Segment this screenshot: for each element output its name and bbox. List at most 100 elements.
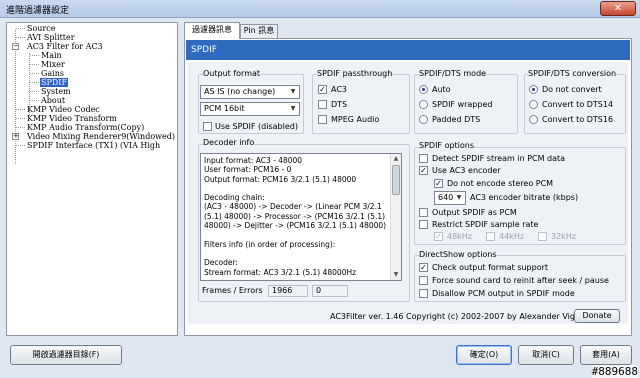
decoder-info-line: Decoding chain: [204, 193, 265, 203]
tree-item-spdif[interactable]: SPDIF [40, 78, 68, 87]
decoder-info-line: User format: PCM16 - 0 [204, 165, 292, 175]
decoder-info-scrollbar[interactable]: ▲ ▼ [390, 154, 401, 280]
restrict-rate-checkbox[interactable] [419, 220, 428, 229]
donate-button[interactable]: Donate [574, 309, 620, 323]
spdif-options-title: SPDIF options [419, 141, 475, 150]
tree-line [16, 127, 25, 128]
dts-label: DTS [331, 100, 348, 109]
output-spdif-pcm-checkbox[interactable] [419, 208, 428, 217]
apply-button[interactable]: 套用(A) [580, 345, 632, 365]
decoder-info-line: Stream format: AC3 3/2.1 (5.1) 48000Hz [204, 267, 357, 277]
title-bar: 進階過濾器設定 ✕ [0, 0, 640, 18]
tab-pin-info[interactable]: Pin 訊息 [240, 24, 278, 38]
restrict-rate-label: Restrict SPDIF sample rate [432, 220, 539, 229]
open-filter-list-button[interactable]: 開啟過濾器目錄(F) [10, 345, 122, 365]
tree-item-source[interactable]: Source [27, 24, 56, 33]
tree-line [30, 55, 39, 56]
tree-line [16, 118, 25, 119]
mpeg-audio-checkbox[interactable] [318, 115, 327, 124]
convert-dts14-radio[interactable] [529, 100, 538, 109]
frames-field: 1966 [268, 285, 308, 297]
tree-line [16, 145, 25, 146]
decoder-info-textarea[interactable]: Input format: AC3 - 48000 User format: PC… [200, 153, 402, 281]
force-reinit-label: Force sound card to reinit after seek / … [432, 276, 609, 285]
rate-44k-checkbox[interactable] [486, 232, 495, 241]
cancel-button[interactable]: 取消(C) [518, 345, 574, 365]
decoder-info-line [204, 184, 384, 193]
bitrate-combo[interactable]: 640 ▼ [434, 191, 466, 205]
tree-item-vmr9[interactable]: Video Mixing Renderer9(Windowed) [27, 132, 175, 141]
force-reinit-checkbox[interactable] [419, 276, 428, 285]
tree-item-kmp-video-transform[interactable]: KMP Video Transform [27, 114, 117, 123]
decoder-info-line: Output format: PCM16 3/2.1 (5.1) 48000 [204, 174, 357, 184]
no-stereo-checkbox[interactable]: ✓ [434, 179, 443, 188]
scroll-thumb[interactable] [392, 165, 400, 195]
collapse-toggle[interactable]: − [12, 43, 19, 50]
use-ac3-encoder-label: Use AC3 encoder [432, 166, 501, 175]
tree-item-about[interactable]: About [41, 96, 65, 105]
window-title: 進階過濾器設定 [6, 6, 70, 16]
output-spdif-pcm-label: Output SPDIF as PCM [432, 208, 517, 217]
padded-dts-label: Padded DTS [432, 115, 481, 124]
use-spdif-checkbox[interactable] [203, 122, 212, 131]
tree-line [30, 64, 39, 65]
decoder-info-line: Decoder: [204, 258, 238, 268]
convert-dts14-label: Convert to DTS14 [542, 100, 614, 109]
filter-tree[interactable]: Source AVI Splitter − AC3 Filter for AC3… [6, 22, 178, 336]
ok-button[interactable]: 確定(O) [456, 345, 512, 365]
check-output-checkbox[interactable]: ✓ [419, 263, 428, 272]
watermark-text: #889688 [591, 365, 638, 378]
page-header: SPDIF [186, 40, 630, 60]
detect-spdif-label: Detect SPDIF stream in PCM data [432, 154, 566, 163]
check-output-label: Check output format support [432, 263, 549, 272]
close-button[interactable]: ✕ [600, 1, 636, 16]
passthrough-title: SPDIF passthrough [317, 69, 393, 78]
rate-32k-label: 32kHz [551, 232, 577, 241]
tab-filter-info[interactable]: 過濾器訊息 [184, 22, 240, 39]
bitrate-value: 640 [438, 193, 454, 202]
tree-line [30, 82, 39, 83]
scroll-down-icon[interactable]: ▼ [391, 270, 401, 280]
decoder-info-line: (5.1) 48000) -> Processor -> (PCM16 3/2.… [204, 211, 386, 221]
tree-item-main[interactable]: Main [41, 51, 62, 60]
disallow-pcm-checkbox[interactable] [419, 289, 428, 298]
chevron-down-icon: ▼ [290, 88, 296, 95]
no-stereo-label: Do not encode stereo PCM [447, 179, 554, 188]
dts-conversion-title: SPDIF/DTS conversion [528, 69, 617, 78]
errors-field: 0 [312, 285, 348, 297]
rate-48k-checkbox[interactable]: ✓ [434, 232, 443, 241]
detect-spdif-checkbox[interactable] [419, 154, 428, 163]
copyright-text: AC3Filter ver. 1.46 Copyright (c) 2002-2… [330, 312, 598, 321]
rate-48k-label: 48kHz [447, 232, 473, 241]
rate-32k-checkbox[interactable] [538, 232, 547, 241]
auto-radio[interactable] [419, 85, 428, 94]
use-ac3-encoder-checkbox[interactable]: ✓ [419, 166, 428, 175]
padded-dts-radio[interactable] [419, 115, 428, 124]
scroll-up-icon[interactable]: ▲ [391, 154, 401, 164]
output-format-value: AS IS (no change) [204, 87, 276, 96]
spdif-wrapped-radio[interactable] [419, 100, 428, 109]
tree-item-kmp-audio-transform[interactable]: KMP Audio Transform(Copy) [27, 123, 144, 132]
tree-item-mixer[interactable]: Mixer [41, 60, 65, 69]
convert-dts16-radio[interactable] [529, 115, 538, 124]
tree-line [30, 73, 39, 74]
use-spdif-label: Use SPDIF (disabled) [215, 122, 298, 131]
dts-mode-title: SPDIF/DTS mode [419, 69, 487, 78]
expand-toggle[interactable]: + [12, 133, 19, 140]
sample-format-combo[interactable]: PCM 16bit ▼ [200, 102, 300, 116]
ac3-checkbox[interactable]: ✓ [318, 85, 327, 94]
do-not-convert-radio[interactable] [529, 85, 538, 94]
tree-item-ac3-filter[interactable]: AC3 Filter for AC3 [27, 42, 103, 51]
output-format-combo[interactable]: AS IS (no change) ▼ [200, 85, 300, 99]
decoder-info-title: Decoder info [203, 138, 255, 147]
tree-item-avi-splitter[interactable]: AVI Splitter [27, 33, 75, 42]
tree-item-gains[interactable]: Gains [41, 69, 64, 78]
dts-checkbox[interactable] [318, 100, 327, 109]
tree-item-spdif-interface[interactable]: SPDIF Interface (TX1) (VIA High [27, 141, 160, 150]
auto-label: Auto [432, 85, 451, 94]
ac3-label: AC3 [331, 85, 348, 94]
tree-item-system[interactable]: System [41, 87, 71, 96]
decoder-info-line: 48000) -> Dejitter -> (PCM16 3/2.1 (5.1)… [204, 221, 387, 231]
tree-item-kmp-video-codec[interactable]: KMP Video Codec [27, 105, 100, 114]
decoder-info-line [204, 230, 384, 239]
